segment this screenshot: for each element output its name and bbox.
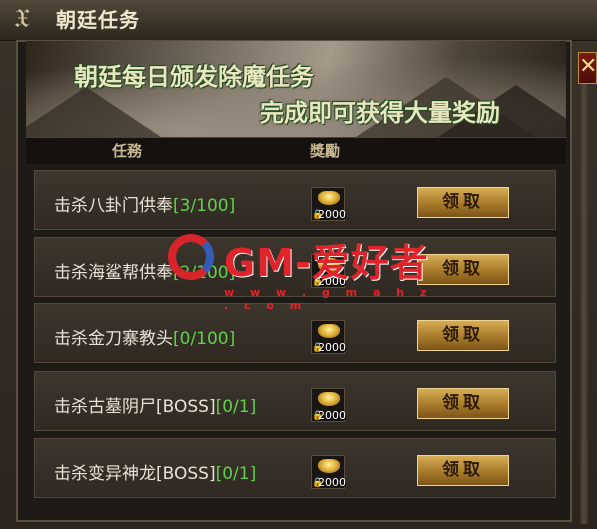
title-bar[interactable]: 𝔛 朝廷任务 <box>0 0 597 41</box>
reward-amount: 2000 <box>318 275 346 288</box>
gold-ingot-icon <box>318 324 340 338</box>
claim-button[interactable]: 领取 <box>417 320 509 351</box>
reward-amount: 2000 <box>318 476 346 489</box>
close-button[interactable]: ✕ <box>578 52 597 84</box>
task-name: 击杀金刀寨教头[0/100] <box>54 329 236 349</box>
task-row: 击杀金刀寨教头[0/100] 🔒 2000 领取 <box>34 303 556 363</box>
task-progress: [2/100] <box>173 263 236 283</box>
claim-button[interactable]: 领取 <box>417 455 509 486</box>
task-row: 击杀海鲨帮供奉[2/100] 🔒 2000 领取 <box>34 237 556 297</box>
column-reward-label: 獎勵 <box>310 142 341 160</box>
task-row: 击杀八卦门供奉[3/100] 🔒 2000 领取 <box>34 170 556 230</box>
window-right-edge <box>580 84 588 524</box>
task-progress: [3/100] <box>173 196 236 216</box>
column-task-label: 任務 <box>112 142 143 160</box>
reward-amount: 2000 <box>318 208 346 221</box>
gold-ingot-icon <box>318 459 340 473</box>
reward-slot[interactable]: 🔒 2000 <box>311 254 346 288</box>
task-row: 击杀变异神龙[BOSS][0/1] 🔒 2000 领取 <box>34 438 556 498</box>
banner-headline: 朝廷每日颁发除魔任务 <box>74 63 314 91</box>
reward-amount: 2000 <box>318 341 346 354</box>
task-progress: [0/100] <box>173 329 236 349</box>
reward-slot[interactable]: 🔒 2000 <box>311 320 346 354</box>
window-title: 朝廷任务 <box>56 8 140 32</box>
gold-ingot-icon <box>318 191 340 205</box>
gold-ingot-icon <box>318 258 340 272</box>
task-progress: [0/1] <box>215 397 257 417</box>
gold-ingot-icon <box>318 392 340 406</box>
banner-subline: 完成即可获得大量奖励 <box>260 99 500 127</box>
reward-slot[interactable]: 🔒 2000 <box>311 388 346 422</box>
task-progress: [0/1] <box>215 464 257 484</box>
court-quest-window: 𝔛 朝廷任务 ✕ 朝廷每日颁发除魔任务 完成即可获得大量奖励 任務 獎勵 击杀八… <box>0 0 597 529</box>
task-row: 击杀古墓阴尸[BOSS][0/1] 🔒 2000 领取 <box>34 371 556 431</box>
mountain-decoration <box>26 87 176 137</box>
claim-button[interactable]: 领取 <box>417 187 509 218</box>
quest-banner: 朝廷每日颁发除魔任务 完成即可获得大量奖励 <box>26 41 566 139</box>
claim-button[interactable]: 领取 <box>417 254 509 285</box>
task-name: 击杀海鲨帮供奉[2/100] <box>54 263 236 283</box>
dragon-emblem-icon: 𝔛 <box>14 4 30 34</box>
task-name: 击杀古墓阴尸[BOSS][0/1] <box>54 397 257 417</box>
reward-amount: 2000 <box>318 409 346 422</box>
reward-slot[interactable]: 🔒 2000 <box>311 455 346 489</box>
reward-slot[interactable]: 🔒 2000 <box>311 187 346 221</box>
task-name: 击杀变异神龙[BOSS][0/1] <box>54 464 257 484</box>
column-header: 任務 獎勵 <box>26 138 566 164</box>
task-name: 击杀八卦门供奉[3/100] <box>54 196 236 216</box>
claim-button[interactable]: 领取 <box>417 388 509 419</box>
